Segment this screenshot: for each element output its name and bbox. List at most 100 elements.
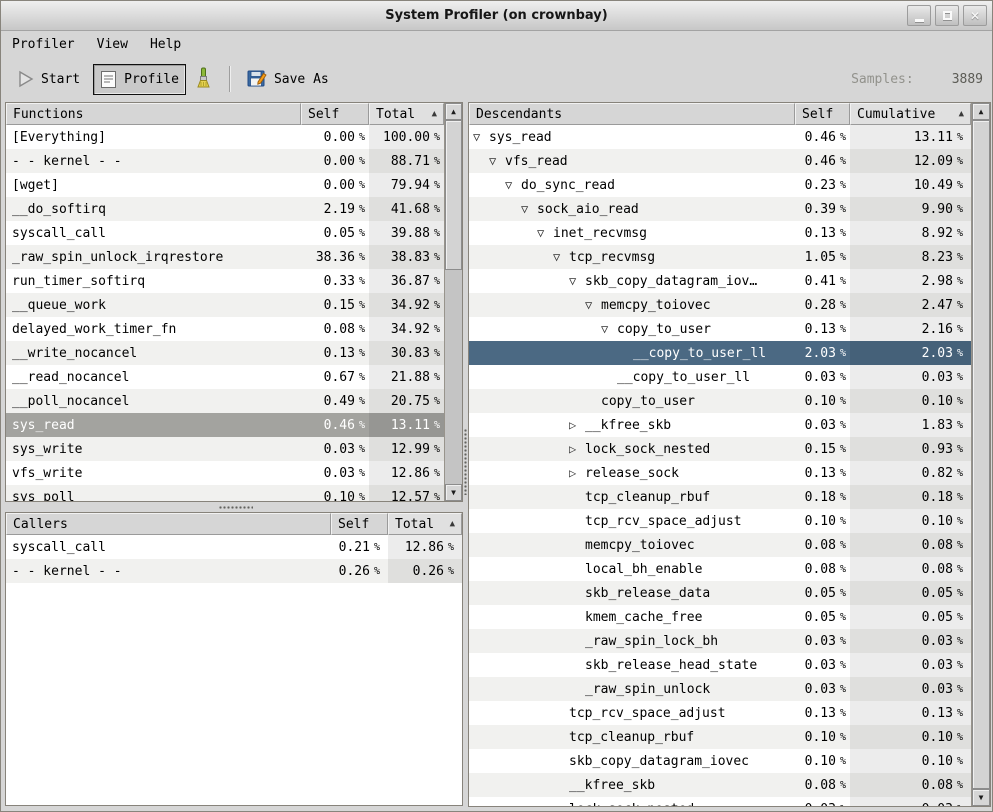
scroll-down-button[interactable]: ▼: [972, 789, 990, 806]
column-header-cumulative[interactable]: Cumulative ▲: [850, 103, 971, 125]
column-header-self[interactable]: Self: [795, 103, 850, 125]
tree-row[interactable]: ▽memcpy_toiovec0.28%2.47%: [469, 293, 990, 317]
descendants-scrollbar[interactable]: ▲ ▼: [971, 103, 990, 806]
function-row[interactable]: __queue_work0.15%34.92%: [6, 293, 462, 317]
expander-open-icon[interactable]: ▽: [489, 149, 505, 173]
percent-sign: %: [434, 132, 440, 143]
self-percent-cell: 0.10%: [795, 509, 850, 533]
column-header-total[interactable]: Total ▲: [369, 103, 444, 125]
self-percent-cell-value: 0.10: [324, 490, 355, 503]
expander-closed-icon[interactable]: ▷: [569, 461, 585, 485]
tree-row[interactable]: lock_sock_nested0.03%0.03%: [469, 797, 990, 807]
horizontal-splitter[interactable]: [5, 502, 463, 512]
tree-row[interactable]: tcp_rcv_space_adjust0.10%0.10%: [469, 509, 990, 533]
total-percent-cell: 88.71%: [369, 149, 444, 173]
menu-item-profiler[interactable]: Profiler: [11, 35, 76, 54]
cumulative-percent-cell: 0.08%: [850, 773, 971, 797]
descendant-name-cell: local_bh_enable: [469, 557, 795, 581]
percent-sign: %: [840, 612, 846, 623]
scroll-up-button[interactable]: ▲: [445, 103, 462, 120]
scroll-down-button[interactable]: ▼: [445, 484, 462, 501]
expander-open-icon[interactable]: ▽: [505, 173, 521, 197]
scrollbar-thumb[interactable]: [445, 120, 462, 270]
column-header-self[interactable]: Self: [301, 103, 369, 125]
descendant-name-text: tcp_rcv_space_adjust: [585, 514, 742, 529]
function-row[interactable]: run_timer_softirq0.33%36.87%: [6, 269, 462, 293]
tree-row[interactable]: copy_to_user0.10%0.10%: [469, 389, 990, 413]
tree-row[interactable]: ▽sys_read0.46%13.11%: [469, 125, 990, 149]
expander-closed-icon[interactable]: ▷: [569, 437, 585, 461]
tree-row[interactable]: __kfree_skb0.08%0.08%: [469, 773, 990, 797]
function-row[interactable]: __read_nocancel0.67%21.88%: [6, 365, 462, 389]
percent-sign: %: [957, 252, 963, 263]
function-row[interactable]: delayed_work_timer_fn0.08%34.92%: [6, 317, 462, 341]
tree-row[interactable]: skb_copy_datagram_iovec0.10%0.10%: [469, 749, 990, 773]
tree-row[interactable]: skb_release_data0.05%0.05%: [469, 581, 990, 605]
function-row[interactable]: __write_nocancel0.13%30.83%: [6, 341, 462, 365]
tree-row[interactable]: _raw_spin_unlock0.03%0.03%: [469, 677, 990, 701]
tree-row[interactable]: ▷release_sock0.13%0.82%: [469, 461, 990, 485]
column-header-self[interactable]: Self: [331, 513, 388, 535]
tree-row[interactable]: ▽skb_copy_datagram_iov…0.41%2.98%: [469, 269, 990, 293]
profile-button[interactable]: Profile: [93, 64, 186, 95]
function-row[interactable]: _raw_spin_unlock_irqrestore38.36%38.83%: [6, 245, 462, 269]
function-row[interactable]: __do_softirq2.19%41.68%: [6, 197, 462, 221]
tree-row[interactable]: tcp_cleanup_rbuf0.10%0.10%: [469, 725, 990, 749]
column-header-descendants[interactable]: Descendants: [469, 103, 795, 125]
tree-row[interactable]: ▽tcp_recvmsg1.05%8.23%: [469, 245, 990, 269]
tree-row[interactable]: ▽inet_recvmsg0.13%8.92%: [469, 221, 990, 245]
start-button[interactable]: Start: [11, 64, 87, 94]
tree-row[interactable]: local_bh_enable0.08%0.08%: [469, 557, 990, 581]
tree-row[interactable]: ▷lock_sock_nested0.15%0.93%: [469, 437, 990, 461]
caller-row[interactable]: - - kernel - -0.26%0.26%: [6, 559, 462, 583]
function-row[interactable]: __poll_nocancel0.49%20.75%: [6, 389, 462, 413]
function-row[interactable]: sys_read0.46%13.11%: [6, 413, 462, 437]
column-header-functions[interactable]: Functions: [6, 103, 301, 125]
expander-open-icon[interactable]: ▽: [521, 197, 537, 221]
expander-open-icon[interactable]: ▽: [601, 317, 617, 341]
expander-closed-icon[interactable]: ▷: [569, 413, 585, 437]
tree-row[interactable]: tcp_cleanup_rbuf0.18%0.18%: [469, 485, 990, 509]
tree-row[interactable]: ▽sock_aio_read0.39%9.90%: [469, 197, 990, 221]
function-row[interactable]: sys_write0.03%12.99%: [6, 437, 462, 461]
column-header-callers[interactable]: Callers: [6, 513, 331, 535]
expander-open-icon[interactable]: ▽: [473, 125, 489, 149]
self-percent-cell-value: 0.03: [805, 418, 836, 433]
maximize-button[interactable]: [935, 5, 959, 26]
save-as-button[interactable]: Save As: [240, 63, 336, 95]
expander-open-icon[interactable]: ▽: [553, 245, 569, 269]
titlebar[interactable]: System Profiler (on crownbay) ✕: [1, 1, 992, 31]
scrollbar-thumb[interactable]: [972, 120, 990, 789]
minimize-button[interactable]: [907, 5, 931, 26]
tree-row[interactable]: tcp_rcv_space_adjust0.13%0.13%: [469, 701, 990, 725]
tree-row[interactable]: __copy_to_user_ll2.03%2.03%: [469, 341, 990, 365]
caller-row[interactable]: syscall_call0.21%12.86%: [6, 535, 462, 559]
functions-scrollbar[interactable]: ▲ ▼: [444, 103, 462, 501]
close-button[interactable]: ✕: [963, 5, 987, 26]
tree-row[interactable]: ▷__kfree_skb0.03%1.83%: [469, 413, 990, 437]
tree-row[interactable]: ▽vfs_read0.46%12.09%: [469, 149, 990, 173]
function-row[interactable]: [Everything]0.00%100.00%: [6, 125, 462, 149]
scroll-up-button[interactable]: ▲: [972, 103, 990, 120]
cumulative-percent-cell-value: 0.10: [922, 754, 953, 769]
expander-open-icon[interactable]: ▽: [585, 293, 601, 317]
tree-row[interactable]: _raw_spin_lock_bh0.03%0.03%: [469, 629, 990, 653]
reset-button[interactable]: [186, 61, 220, 97]
tree-row[interactable]: memcpy_toiovec0.08%0.08%: [469, 533, 990, 557]
total-percent-cell-value: 13.11: [391, 418, 430, 433]
function-row[interactable]: - - kernel - -0.00%88.71%: [6, 149, 462, 173]
function-row[interactable]: vfs_write0.03%12.86%: [6, 461, 462, 485]
column-header-total[interactable]: Total ▲: [388, 513, 462, 535]
function-row[interactable]: syscall_call0.05%39.88%: [6, 221, 462, 245]
tree-row[interactable]: ▽copy_to_user0.13%2.16%: [469, 317, 990, 341]
tree-row[interactable]: kmem_cache_free0.05%0.05%: [469, 605, 990, 629]
tree-row[interactable]: ▽do_sync_read0.23%10.49%: [469, 173, 990, 197]
tree-row[interactable]: __copy_to_user_ll0.03%0.03%: [469, 365, 990, 389]
tree-row[interactable]: skb_release_head_state0.03%0.03%: [469, 653, 990, 677]
expander-open-icon[interactable]: ▽: [537, 221, 553, 245]
menu-item-help[interactable]: Help: [149, 35, 182, 54]
menu-item-view[interactable]: View: [96, 35, 129, 54]
function-row[interactable]: sys_poll0.10%12.57%: [6, 485, 462, 502]
expander-open-icon[interactable]: ▽: [569, 269, 585, 293]
function-row[interactable]: [wget]0.00%79.94%: [6, 173, 462, 197]
